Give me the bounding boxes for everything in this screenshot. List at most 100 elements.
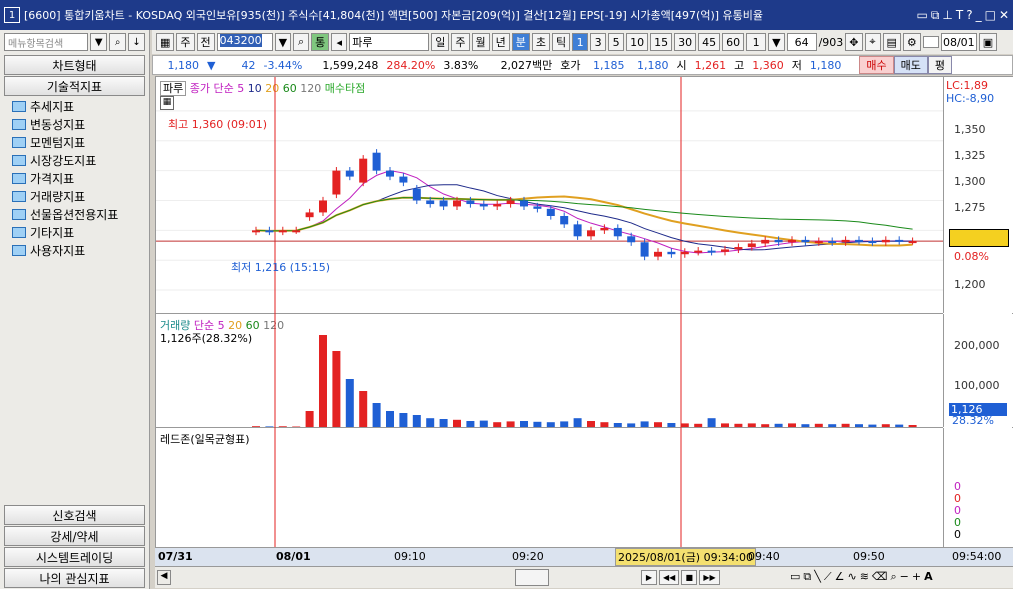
min-1[interactable]: 1 xyxy=(572,33,589,51)
save-icon[interactable]: ▤ xyxy=(882,33,901,51)
angle-tool-icon[interactable]: ∠ xyxy=(835,570,845,584)
stock-name-field[interactable]: 파루 xyxy=(349,33,430,51)
menu-search-input[interactable]: 메뉴항목검색 xyxy=(4,33,89,51)
link-icon[interactable]: 통 xyxy=(311,33,330,51)
volume-bar xyxy=(533,421,542,427)
period-day[interactable]: 일 xyxy=(431,33,450,51)
time-axis[interactable]: 07/31 08/01 09:10 09:20 2025/08/01(금) 09… xyxy=(155,547,1013,566)
stock-code-input[interactable]: 043200 xyxy=(216,33,273,51)
price-axis[interactable]: LC:1,89 HC:-8,90 1,350 1,325 1,300 1,275… xyxy=(943,77,1013,313)
copy-tool-icon[interactable]: ⧉ xyxy=(803,570,811,584)
play-icon[interactable]: ▶ xyxy=(641,570,657,585)
folder-item[interactable]: 모멘텀지표 xyxy=(0,133,149,151)
down-arrow-icon[interactable]: ↓ xyxy=(128,33,145,51)
close-icon[interactable]: ✕ xyxy=(999,8,1009,23)
crosshair-icon[interactable]: ✥ xyxy=(845,33,863,51)
system-trading-button[interactable]: 시스템트레이딩 xyxy=(4,547,145,567)
jeon-select[interactable]: 전 xyxy=(196,33,215,51)
code-dropdown-icon[interactable]: ▼ xyxy=(274,33,292,51)
page-count-input[interactable]: 64 xyxy=(786,33,817,51)
zoom-out-icon[interactable]: − xyxy=(900,570,909,584)
quote-bar: 1,180 ▼ 42 -3.44% 1,599,248 284.20% 3.83… xyxy=(152,55,1013,75)
search-icon[interactable]: ⌕ xyxy=(109,33,127,51)
count-dropdown-icon[interactable]: ▼ xyxy=(768,33,785,51)
candle-body xyxy=(667,251,676,255)
flat-button[interactable]: 평 xyxy=(927,56,953,74)
minimize-icon[interactable]: _ xyxy=(976,8,982,23)
stop-icon[interactable]: ■ xyxy=(681,570,698,585)
min-5[interactable]: 5 xyxy=(608,33,625,51)
fib-tool-icon[interactable]: ≋ xyxy=(860,570,869,584)
restore-icon[interactable]: ▭ xyxy=(917,8,928,23)
folder-item[interactable]: 선물옵션전용지표 xyxy=(0,205,149,223)
min-3[interactable]: 3 xyxy=(590,33,607,51)
redzone-axis[interactable]: 0 0 0 0 0 xyxy=(943,428,1013,547)
buy-button[interactable]: 매수 xyxy=(859,56,894,74)
rewind-icon[interactable]: ◀◀ xyxy=(659,570,680,585)
sound-icon[interactable]: ◂ xyxy=(331,33,348,51)
folder-item[interactable]: 기타지표 xyxy=(0,223,149,241)
wave-tool-icon[interactable]: ∿ xyxy=(847,570,856,584)
folder-item[interactable]: 변동성지표 xyxy=(0,115,149,133)
period-second[interactable]: 초 xyxy=(531,33,550,51)
min-45[interactable]: 45 xyxy=(698,33,721,51)
period-tick[interactable]: 틱 xyxy=(552,33,571,51)
strong-weak-button[interactable]: 강세/약세 xyxy=(4,526,145,546)
zoom-icon[interactable]: ⌖ xyxy=(864,33,881,51)
calendar-icon[interactable]: ▣ xyxy=(978,33,998,51)
folder-icon xyxy=(12,100,26,112)
trend-tool-icon[interactable]: ⟋ xyxy=(824,570,832,584)
candle-body xyxy=(761,239,770,244)
folder-item[interactable]: 거래량지표 xyxy=(0,187,149,205)
scroll-thumb[interactable] xyxy=(515,569,549,586)
date-input[interactable]: 08/01 xyxy=(940,33,977,51)
period-year[interactable]: 년 xyxy=(491,33,510,51)
scroll-left-icon[interactable]: ◀ xyxy=(157,570,171,585)
trade-amount: 2,027백만 xyxy=(500,59,553,72)
low-label: 저 xyxy=(791,59,802,72)
zoom-in-icon[interactable]: + xyxy=(912,570,921,584)
volume: 1,599,248 xyxy=(322,58,379,72)
maximize-icon[interactable]: □ xyxy=(985,8,996,23)
candle-body xyxy=(520,200,528,207)
folder-item[interactable]: 가격지표 xyxy=(0,169,149,187)
type-select[interactable]: 주 xyxy=(176,33,195,51)
chart-scrollbar[interactable]: ◀ ▶ ◀◀ ■ ▶▶ ▭ ⧉ ╲ ⟋ ∠ ∿ ≋ ⌫ ⌕ − + A xyxy=(155,566,1013,588)
font-icon[interactable]: T xyxy=(956,8,963,23)
font-size-icon[interactable]: A xyxy=(924,570,933,584)
tech-indicator-button[interactable]: 기술적지표 xyxy=(4,76,145,96)
period-minute[interactable]: 분 xyxy=(511,33,530,51)
indicator-sidebar: 메뉴항목검색 ▼ ⌕ ↓ 차트형태 기술적지표 추세지표 변동성지표 모멘텀지표… xyxy=(0,30,150,589)
my-indicators-button[interactable]: 나의 관심지표 xyxy=(4,568,145,588)
sell-button[interactable]: 매도 xyxy=(893,56,928,74)
forward-icon[interactable]: ▶▶ xyxy=(699,570,720,585)
eraser-icon[interactable]: ⌫ xyxy=(872,570,888,584)
candle-body xyxy=(399,176,408,183)
gear-icon[interactable]: ⚙ xyxy=(902,33,921,51)
search-icon[interactable]: ⌕ xyxy=(293,33,310,51)
period-month[interactable]: 월 xyxy=(471,33,490,51)
candle-body xyxy=(278,230,287,233)
folder-item[interactable]: 사용자지표 xyxy=(0,241,149,259)
pin-icon[interactable]: ⊥ xyxy=(942,8,952,23)
chart-canvas[interactable] xyxy=(156,77,943,547)
zoom-icon[interactable]: ⌕ xyxy=(890,570,896,584)
rect-tool-icon[interactable]: ▭ xyxy=(790,570,800,584)
layout-icon[interactable]: ▦ xyxy=(156,33,175,51)
min-10[interactable]: 10 xyxy=(626,33,649,51)
dropdown-icon[interactable]: ▼ xyxy=(90,33,108,51)
count-select[interactable]: 1 xyxy=(746,33,767,51)
folder-item[interactable]: 시장강도지표 xyxy=(0,151,149,169)
chart-type-button[interactable]: 차트형태 xyxy=(4,55,145,75)
min-15[interactable]: 15 xyxy=(650,33,673,51)
min-60[interactable]: 60 xyxy=(722,33,745,51)
period-week[interactable]: 주 xyxy=(451,33,470,51)
min-30[interactable]: 30 xyxy=(674,33,697,51)
volume-axis[interactable]: 200,000 100,000 1,126 28.32% xyxy=(943,314,1013,427)
line-tool-icon[interactable]: ╲ xyxy=(814,570,821,584)
signal-search-button[interactable]: 신호검색 xyxy=(4,505,145,525)
checkbox[interactable] xyxy=(922,36,939,48)
tile-icon[interactable]: ⧉ xyxy=(931,8,940,23)
help-icon[interactable]: ? xyxy=(966,8,972,23)
folder-item[interactable]: 추세지표 xyxy=(0,97,149,115)
